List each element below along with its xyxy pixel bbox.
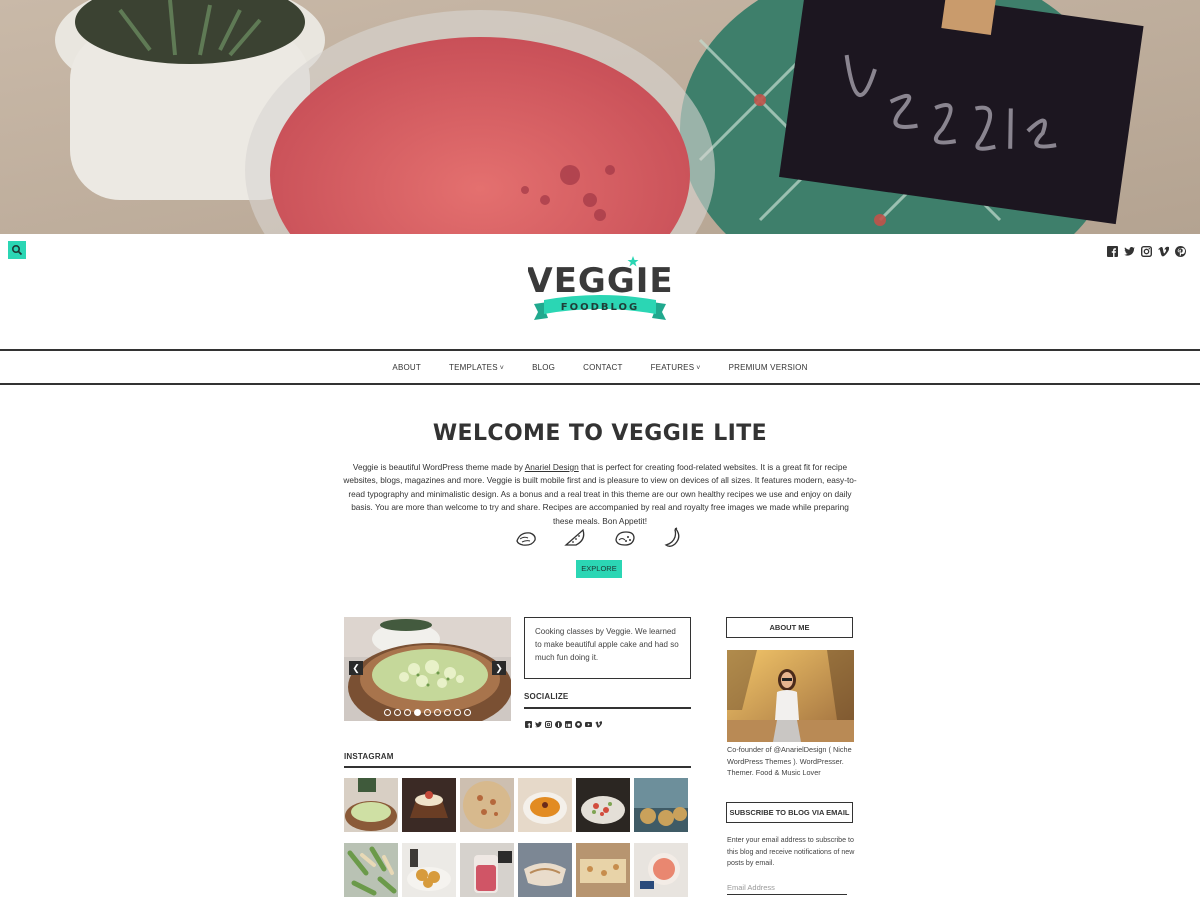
nav-item-label: PREMIUM VERSION bbox=[728, 362, 808, 372]
caption-box: Cooking classes by Veggie. We learned to… bbox=[524, 617, 691, 679]
nav-item-contact[interactable]: CONTACT bbox=[569, 363, 636, 372]
instagram-photo[interactable] bbox=[634, 843, 688, 897]
about-photo bbox=[727, 650, 854, 742]
watermelon-icon bbox=[563, 527, 587, 549]
instagram-photo[interactable] bbox=[460, 843, 514, 897]
instagram-photo[interactable] bbox=[576, 778, 630, 832]
slider-image bbox=[344, 617, 511, 721]
instagram-title: INSTAGRAM bbox=[344, 752, 394, 761]
site-logo[interactable]: VEGGIE FOODBLOG bbox=[526, 252, 673, 330]
explore-button[interactable]: EXPLORE bbox=[576, 560, 622, 578]
lemon-icon bbox=[514, 527, 538, 549]
instagram-photo[interactable] bbox=[576, 843, 630, 897]
slider-dot[interactable] bbox=[414, 709, 421, 716]
slider-next-button[interactable]: ❯ bbox=[492, 661, 506, 675]
vimeo-icon[interactable] bbox=[1158, 244, 1170, 257]
search-button[interactable] bbox=[8, 241, 26, 259]
instagram-photo[interactable] bbox=[634, 778, 688, 832]
food-icons bbox=[514, 527, 686, 549]
instagram-photo[interactable] bbox=[402, 778, 456, 832]
instagram-grid bbox=[344, 778, 690, 897]
slider-dot[interactable] bbox=[434, 709, 441, 716]
nav-item-premium-version[interactable]: PREMIUM VERSION bbox=[715, 363, 822, 372]
about-me-title: ABOUT ME bbox=[726, 617, 853, 638]
instagram-photo[interactable] bbox=[518, 778, 572, 832]
pinterest-icon[interactable] bbox=[1175, 244, 1186, 257]
pinterest-icon[interactable] bbox=[555, 715, 562, 728]
nav-item-label: BLOG bbox=[532, 362, 556, 372]
slider-prev-button[interactable]: ❮ bbox=[349, 661, 363, 675]
nav-item-label: ABOUT bbox=[392, 362, 421, 372]
instagram-rule bbox=[344, 766, 691, 768]
slider-dot[interactable] bbox=[444, 709, 451, 716]
slider-dot[interactable] bbox=[404, 709, 411, 716]
welcome-title: WELCOME TO VEGGIE LITE bbox=[432, 421, 768, 446]
socialize-icons bbox=[525, 715, 603, 728]
socialize-title: SOCIALIZE bbox=[524, 692, 569, 701]
email-field[interactable] bbox=[727, 881, 847, 895]
cookie-icon bbox=[613, 527, 637, 549]
github-icon[interactable] bbox=[575, 715, 582, 728]
socialize-rule bbox=[524, 707, 691, 709]
vimeo-icon[interactable] bbox=[595, 715, 603, 728]
about-text: Co-founder of @AnarielDesign ( Niche Wor… bbox=[727, 745, 852, 777]
instagram-photo[interactable] bbox=[460, 778, 514, 832]
main-navigation: ABOUT TEMPLATES ˅ BLOG CONTACT FEATURES ˅ PREMI… bbox=[0, 349, 1200, 385]
youtube-icon[interactable] bbox=[585, 715, 592, 727]
instagram-photo[interactable] bbox=[402, 843, 456, 897]
nav-item-features[interactable]: FEATURES ˅ bbox=[637, 363, 715, 372]
anariel-design-link[interactable]: Anariel Design bbox=[525, 462, 579, 472]
banana-icon bbox=[662, 527, 686, 549]
hero-image bbox=[0, 0, 1200, 234]
subscribe-title: SUBSCRIBE TO BLOG VIA EMAIL bbox=[726, 802, 853, 823]
instagram-icon[interactable] bbox=[1140, 244, 1153, 258]
slider-dot[interactable] bbox=[394, 709, 401, 716]
nav-item-label: CONTACT bbox=[583, 362, 623, 372]
nav-item-label: TEMPLATES bbox=[448, 362, 498, 372]
slider-dot[interactable] bbox=[464, 709, 471, 716]
welcome-text-part: Veggie is beautiful WordPress theme made… bbox=[352, 462, 525, 472]
chevron-down-icon: ˅ bbox=[499, 364, 505, 372]
logo-ribbon: FOODBLOG bbox=[561, 302, 639, 313]
instagram-photo[interactable] bbox=[344, 778, 398, 832]
slider-dot[interactable] bbox=[454, 709, 461, 716]
instagram-icon[interactable] bbox=[545, 715, 552, 728]
slider-dot[interactable] bbox=[384, 709, 391, 716]
nav-item-blog[interactable]: BLOG bbox=[518, 363, 569, 372]
slider-dot[interactable] bbox=[424, 709, 431, 716]
instagram-photo[interactable] bbox=[518, 843, 572, 897]
instagram-photo[interactable] bbox=[344, 843, 398, 897]
twitter-icon[interactable] bbox=[1124, 244, 1135, 256]
featured-slider[interactable]: ❮ ❯ bbox=[344, 617, 511, 721]
facebook-icon[interactable] bbox=[525, 715, 532, 728]
search-icon bbox=[11, 244, 23, 256]
welcome-text: Veggie is beautiful WordPress theme made… bbox=[342, 461, 858, 528]
chevron-down-icon: ˅ bbox=[696, 364, 701, 372]
header-social-links bbox=[1107, 244, 1186, 258]
nav-item-about[interactable]: ABOUT bbox=[378, 363, 435, 372]
twitter-icon[interactable] bbox=[535, 715, 542, 728]
linkedin-icon[interactable] bbox=[565, 715, 572, 728]
slider-pagination bbox=[344, 709, 511, 716]
nav-item-label: FEATURES bbox=[650, 362, 695, 372]
facebook-icon[interactable] bbox=[1107, 244, 1118, 257]
subscribe-text: Enter your email address to subscribe to… bbox=[727, 836, 855, 867]
nav-item-templates[interactable]: TEMPLATES ˅ bbox=[435, 363, 518, 372]
